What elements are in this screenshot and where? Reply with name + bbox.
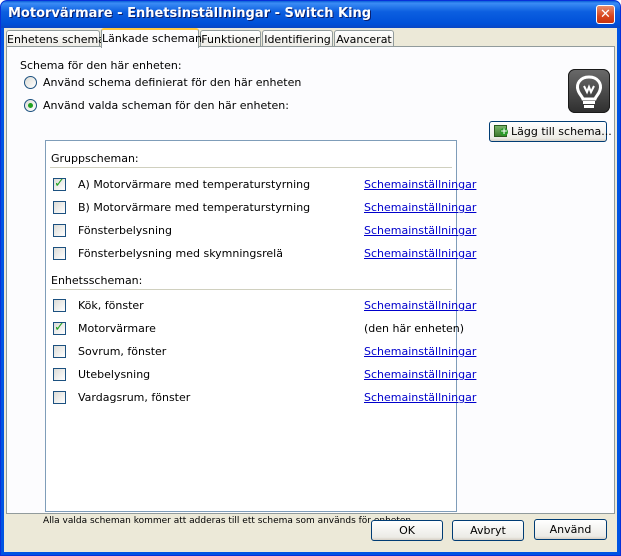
list-item[interactable]: A) Motorvärmare med temperaturstyrning S… xyxy=(53,176,476,193)
schedule-settings-link[interactable]: Schemainställningar xyxy=(364,299,476,312)
add-schedule-label: Lägg till schema... xyxy=(511,125,612,138)
device-divider xyxy=(50,289,452,290)
schedule-settings-link[interactable]: Schemainställningar xyxy=(364,178,476,191)
apply-button[interactable]: Använd xyxy=(534,519,607,540)
list-item[interactable]: Motorvärmare (den här enheten) xyxy=(53,320,464,337)
this-device-note: (den här enheten) xyxy=(364,322,465,335)
device-schedules-heading: Enhetsscheman: xyxy=(51,274,143,287)
schedule-settings-link[interactable]: Schemainställningar xyxy=(364,368,476,381)
tab-avancerat[interactable]: Avancerat xyxy=(334,30,394,47)
tab-lankade-scheman[interactable]: Länkade scheman xyxy=(101,28,202,48)
schedule-settings-link[interactable]: Schemainställningar xyxy=(364,224,476,237)
list-item[interactable]: Fönsterbelysning med skymningsrelä Schem… xyxy=(53,246,476,262)
close-icon: ✕ xyxy=(600,7,611,22)
checkbox[interactable] xyxy=(53,345,66,358)
add-schedule-icon xyxy=(494,125,508,137)
list-item[interactable]: Kök, fönster Schemainställningar xyxy=(53,298,476,314)
list-item-label: Utebelysning xyxy=(78,368,151,381)
ok-button[interactable]: OK xyxy=(371,520,443,541)
group-divider xyxy=(50,167,452,168)
schedule-heading: Schema för den här enheten: xyxy=(20,59,182,72)
tab-funktioner[interactable]: Funktioner xyxy=(200,30,261,47)
schedule-settings-link[interactable]: Schemainställningar xyxy=(364,391,476,404)
checkbox[interactable] xyxy=(53,368,66,381)
schedule-settings-link[interactable]: Schemainställningar xyxy=(364,201,476,214)
tab-enhetens-schema[interactable]: Enhetens schema xyxy=(6,30,105,47)
cancel-button[interactable]: Avbryt xyxy=(452,520,524,541)
list-item-label: Kök, fönster xyxy=(78,299,144,312)
checkbox[interactable] xyxy=(53,299,66,312)
radio-label-use-selected-schedules[interactable]: Använd valda scheman för den här enheten… xyxy=(43,99,289,112)
radio-label-use-device-schedule[interactable]: Använd schema definierat för den här enh… xyxy=(43,76,301,89)
list-item-label: Fönsterbelysning xyxy=(78,224,172,237)
list-item[interactable]: Fönsterbelysning Schemainställningar xyxy=(53,223,476,239)
checkbox[interactable] xyxy=(53,247,66,260)
schedule-settings-link[interactable]: Schemainställningar xyxy=(364,345,476,358)
close-button[interactable]: ✕ xyxy=(596,5,615,24)
schedule-list[interactable]: Gruppscheman: A) Motorvärmare med temper… xyxy=(45,140,476,512)
list-item-label: Sovrum, fönster xyxy=(78,345,167,358)
list-item-label: Motorvärmare xyxy=(78,322,156,335)
tab-panel-lankade-scheman: Schema för den här enheten: Använd schem… xyxy=(6,46,615,526)
list-item-label: Vardagsrum, fönster xyxy=(78,391,191,404)
list-item-label: Fönsterbelysning med skymningsrelä xyxy=(78,247,283,260)
tab-identifiering[interactable]: Identifiering xyxy=(262,30,333,47)
window-title: Motorvärmare - Enhetsinställningar - Swi… xyxy=(8,6,372,21)
footnote: Alla valda scheman kommer att adderas ti… xyxy=(43,516,414,526)
checkbox[interactable] xyxy=(53,320,66,335)
checkbox[interactable] xyxy=(53,224,66,237)
list-item[interactable]: B) Motorvärmare med temperaturstyrning S… xyxy=(53,200,476,216)
checkbox[interactable] xyxy=(53,176,66,191)
list-item[interactable]: Vardagsrum, fönster Schemainställningar xyxy=(53,390,476,406)
radio-use-selected-schedules[interactable] xyxy=(24,99,37,112)
list-item[interactable]: Utebelysning Schemainställningar xyxy=(53,367,476,383)
list-item-label: B) Motorvärmare med temperaturstyrning xyxy=(78,201,311,214)
add-schedule-button[interactable]: Lägg till schema... xyxy=(489,121,612,142)
group-schedules-heading: Gruppscheman: xyxy=(51,152,139,165)
title-bar[interactable]: Motorvärmare - Enhetsinställningar - Swi… xyxy=(1,1,620,28)
checkbox[interactable] xyxy=(53,391,66,404)
dialog-body: Enhetens schema Länkade scheman Funktion… xyxy=(4,28,617,552)
lightbulb-icon xyxy=(568,69,610,113)
radio-use-device-schedule[interactable] xyxy=(24,76,37,89)
dialog-window: Motorvärmare - Enhetsinställningar - Swi… xyxy=(0,0,621,556)
list-item[interactable]: Sovrum, fönster Schemainställningar xyxy=(53,344,476,360)
checkbox[interactable] xyxy=(53,201,66,214)
list-item-label: A) Motorvärmare med temperaturstyrning xyxy=(78,178,311,191)
schedule-settings-link[interactable]: Schemainställningar xyxy=(364,247,476,260)
